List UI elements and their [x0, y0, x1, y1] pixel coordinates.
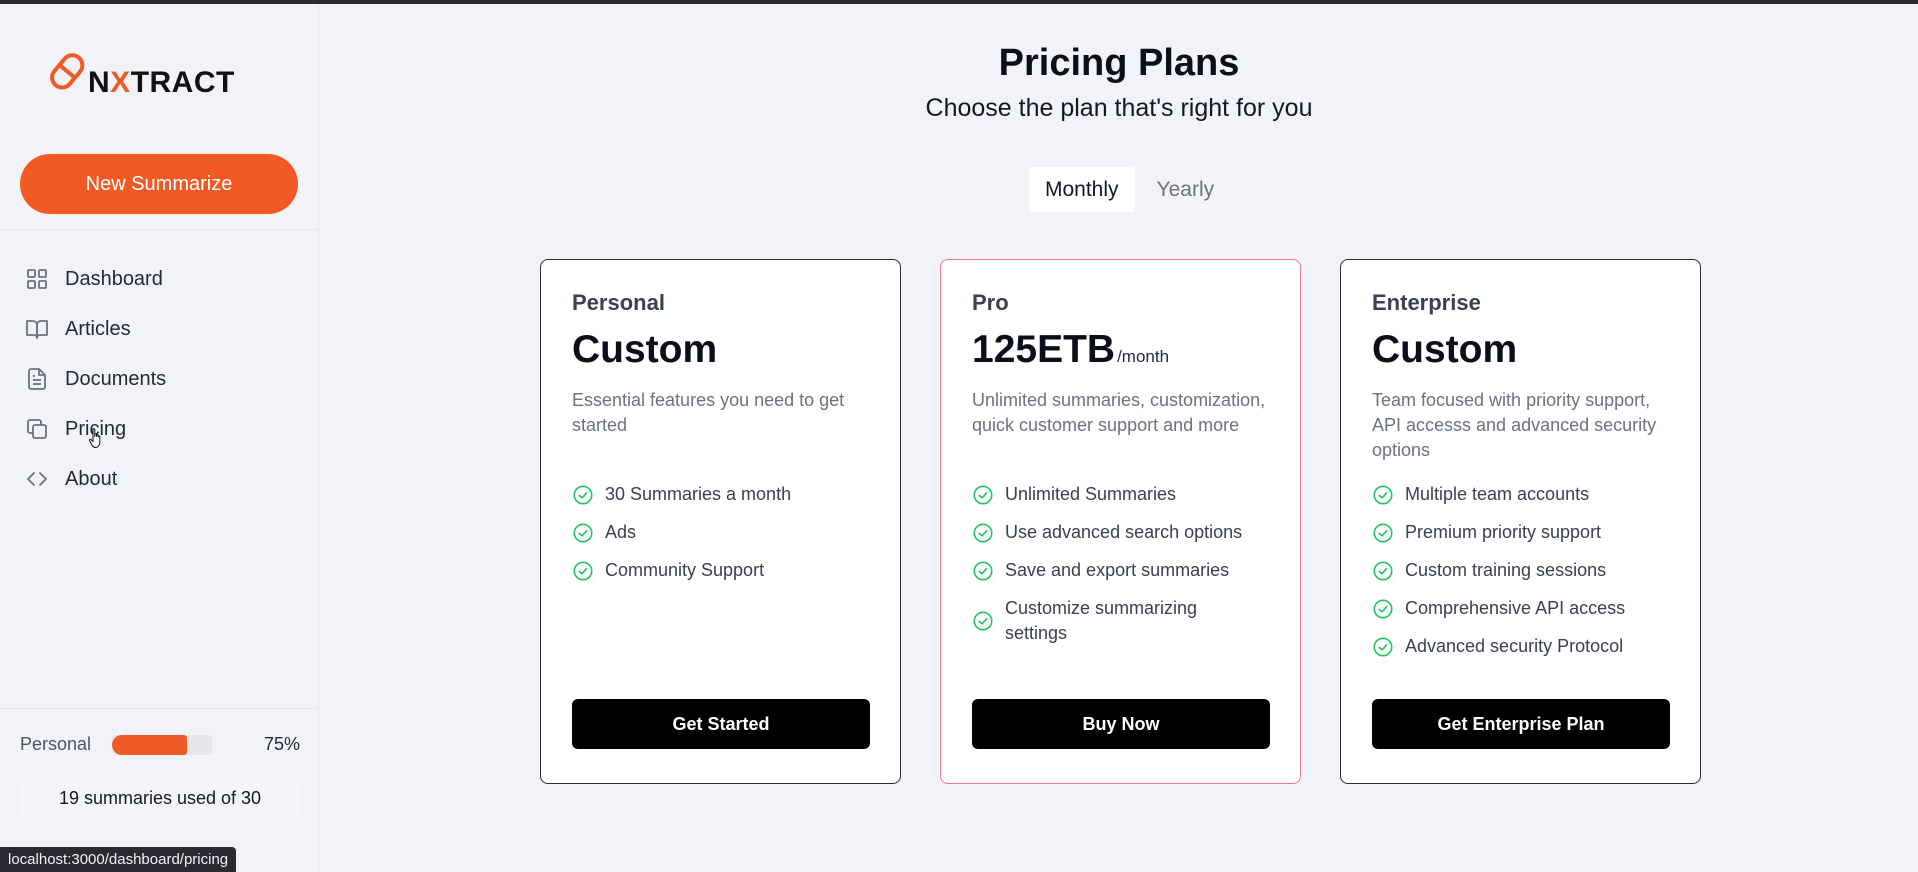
- feature-item: Save and export summaries: [972, 558, 1282, 583]
- buy-now-button[interactable]: Buy Now: [972, 699, 1270, 749]
- plan-card-description: Essential features you need to get start…: [572, 390, 845, 435]
- new-summarize-button[interactable]: New Summarize: [20, 154, 298, 214]
- sidebar-item-label: Articles: [65, 317, 131, 340]
- copy-icon: [24, 416, 50, 442]
- feature-item: Customize summarizing settings: [972, 596, 1282, 646]
- feature-item: Multiple team accounts: [1372, 482, 1682, 507]
- check-circle-icon: [573, 560, 593, 581]
- billing-option-monthly[interactable]: Monthly: [1029, 167, 1135, 212]
- feature-item: Comprehensive API access: [1372, 596, 1682, 621]
- usage-progress-bar: [112, 734, 212, 755]
- sidebar-item-about[interactable]: About: [24, 454, 166, 504]
- feature-item: Community Support: [572, 558, 882, 583]
- plan-card-price: Custom: [1372, 328, 1517, 372]
- get-started-button[interactable]: Get Started: [572, 699, 870, 749]
- feature-item: Premium priority support: [1372, 520, 1682, 545]
- check-circle-icon: [573, 522, 593, 543]
- plan-name: Personal: [20, 734, 92, 754]
- price-value: Custom: [1372, 328, 1518, 371]
- book-open-icon: [24, 316, 50, 342]
- plan-card-price: 125ETB /month: [972, 328, 1169, 372]
- plan-card-name: Enterprise: [1372, 290, 1481, 315]
- feature-list: 30 Summaries a month Ads Community Suppo…: [572, 482, 882, 596]
- feature-list: Multiple team accounts Premium priority …: [1372, 482, 1682, 672]
- billing-toggle: Monthly Yearly: [1029, 167, 1230, 212]
- grid-icon: [24, 266, 50, 292]
- plan-card-description: Unlimited summaries, customization, quic…: [972, 390, 1266, 435]
- feature-item: Advanced security Protocol: [1372, 634, 1682, 659]
- usage-progress-fill: [112, 734, 187, 755]
- price-value: 125ETB: [972, 328, 1116, 371]
- check-circle-icon: [1373, 484, 1393, 505]
- sidebar-item-label: Dashboard: [65, 267, 163, 290]
- check-circle-icon: [1373, 636, 1393, 657]
- usage-percent: 75%: [263, 734, 300, 754]
- sidebar-divider: [0, 229, 319, 230]
- feature-list: Unlimited Summaries Use advanced search …: [972, 482, 1282, 659]
- check-circle-icon: [973, 484, 993, 505]
- feature-item: Custom training sessions: [1372, 558, 1682, 583]
- feature-item: Use advanced search options: [972, 520, 1282, 545]
- check-circle-icon: [973, 522, 993, 543]
- feature-item: Unlimited Summaries: [972, 482, 1282, 507]
- plan-card-pro: Pro 125ETB /month Unlimited summaries, c…: [940, 259, 1301, 784]
- billing-option-yearly[interactable]: Yearly: [1141, 167, 1231, 212]
- price-period: /month: [1117, 347, 1170, 366]
- check-circle-icon: [973, 611, 993, 631]
- plan-card-description: Team focused with priority support, API …: [1372, 390, 1657, 460]
- plan-card-personal: Personal Custom Essential features you n…: [540, 259, 901, 784]
- page-subtitle: Choose the plan that's right for you: [925, 94, 1313, 122]
- pill-logo-icon: [50, 53, 85, 90]
- usage-summary: 19 summaries used of 30: [20, 776, 300, 820]
- feature-item: Ads: [572, 520, 882, 545]
- sidebar-item-label: Documents: [65, 367, 167, 390]
- check-circle-icon: [1373, 598, 1393, 619]
- sidebar-item-label: About: [65, 467, 118, 490]
- hand-pointer-cursor-icon: [88, 428, 101, 448]
- sidebar: NXTRACT New Summarize Dashboard Articles: [0, 4, 319, 872]
- document-icon: [24, 366, 50, 392]
- sidebar-nav: Dashboard Articles Documents Pricing Abo…: [24, 254, 166, 504]
- logo[interactable]: NXTRACT: [42, 44, 235, 100]
- check-circle-icon: [1373, 522, 1393, 543]
- plan-card-price: Custom: [572, 328, 717, 372]
- plan-card-name: Personal: [572, 290, 665, 315]
- check-circle-icon: [573, 484, 593, 505]
- get-enterprise-plan-button[interactable]: Get Enterprise Plan: [1372, 699, 1670, 749]
- plan-card-enterprise: Enterprise Custom Team focused with prio…: [1340, 259, 1701, 784]
- feature-item: 30 Summaries a month: [572, 482, 882, 507]
- status-url-tooltip: localhost:3000/dashboard/pricing: [0, 847, 237, 872]
- sidebar-divider: [0, 708, 319, 709]
- sidebar-item-articles[interactable]: Articles: [24, 304, 166, 354]
- sidebar-item-documents[interactable]: Documents: [24, 354, 166, 404]
- check-circle-icon: [1373, 560, 1393, 581]
- sidebar-item-dashboard[interactable]: Dashboard: [24, 254, 166, 304]
- plan-usage-row: Personal 75%: [20, 734, 300, 755]
- logo-text: NXTRACT: [88, 66, 235, 99]
- check-circle-icon: [973, 560, 993, 581]
- price-value: Custom: [572, 328, 718, 371]
- page-title: Pricing Plans: [998, 42, 1240, 84]
- code-icon: [24, 466, 50, 492]
- plan-card-name: Pro: [972, 290, 1009, 315]
